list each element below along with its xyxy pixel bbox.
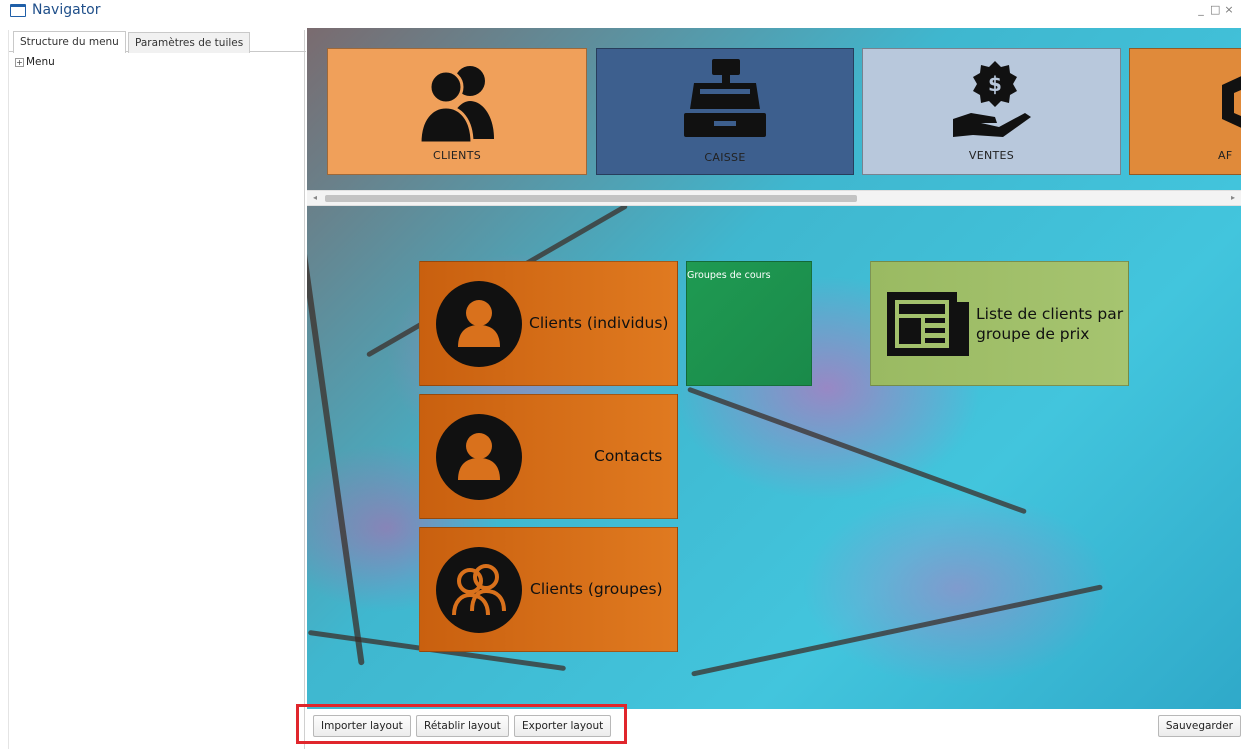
close-button[interactable]: × <box>1224 3 1238 16</box>
save-button[interactable]: Sauvegarder <box>1157 715 1241 737</box>
title-bar: Navigator _ □× <box>0 0 1248 22</box>
tile-clients-groupes[interactable]: Clients (groupes) <box>419 527 678 652</box>
user-icon <box>436 414 522 500</box>
horizontal-scrollbar[interactable]: ◂ ▸ <box>307 190 1241 206</box>
users-icon <box>418 66 494 145</box>
tile-liste-clients-label-line1: Liste de clients par <box>976 305 1124 323</box>
tree-item-menu[interactable]: Menu <box>26 56 55 68</box>
left-panel-tabs: Structure du menu Paramètres de tuiles <box>9 30 306 53</box>
user-icon <box>436 281 522 367</box>
top-tile-strip: CLIENTS CAISSE $ VENTES AF <box>307 28 1241 190</box>
tile-af[interactable]: AF <box>1129 48 1241 175</box>
scrollbar-thumb[interactable] <box>325 195 857 202</box>
left-panel: Structure du menu Paramètres de tuiles +… <box>8 30 306 749</box>
tile-af-label: AF <box>1218 149 1233 162</box>
svg-text:$: $ <box>988 72 1002 96</box>
tile-liste-clients-label-line2: groupe de prix <box>976 325 1090 343</box>
cash-register-icon <box>684 59 766 137</box>
tile-caisse-label: CAISSE <box>704 151 746 164</box>
tile-clients[interactable]: CLIENTS <box>327 48 587 175</box>
bottom-toolbar: Importer layout Rétablir layout Exporter… <box>296 704 1241 749</box>
hand-money-icon: $ <box>952 61 1031 137</box>
tile-clients-groupes-label: Clients (groupes) <box>530 580 663 598</box>
tree-branch <box>691 584 1103 677</box>
window-controls: _ □× <box>1196 3 1238 16</box>
tile-contacts[interactable]: Contacts <box>419 394 678 519</box>
tile-liste-clients-label: Liste de clients par groupe de prix <box>976 304 1123 344</box>
tab-structure-du-menu[interactable]: Structure du menu <box>13 31 126 53</box>
scroll-left-icon[interactable]: ◂ <box>313 193 317 202</box>
tile-groupes-de-cours-label: Groupes de cours <box>687 270 771 281</box>
tile-ventes[interactable]: $ VENTES <box>862 48 1121 175</box>
tile-clients-individus[interactable]: Clients (individus) <box>419 261 678 386</box>
tile-groupes-de-cours[interactable]: Groupes de cours <box>686 261 812 386</box>
menu-tree: + Menu <box>15 56 55 68</box>
window-title: Navigator <box>32 2 101 18</box>
newspaper-icon <box>887 292 969 356</box>
users-icon <box>436 547 522 633</box>
tile-clients-label: CLIENTS <box>432 149 482 162</box>
box-icon <box>1222 76 1241 128</box>
tile-contacts-label: Contacts <box>594 447 663 465</box>
scroll-right-icon[interactable]: ▸ <box>1231 193 1235 202</box>
minimize-button[interactable]: _ <box>1196 3 1210 16</box>
tile-canvas: CLIENTS CAISSE $ VENTES AF ◂ ▸ Clients (… <box>307 28 1241 709</box>
tab-parametres-de-tuiles[interactable]: Paramètres de tuiles <box>128 32 251 53</box>
import-layout-button[interactable]: Importer layout <box>313 715 411 737</box>
export-layout-button[interactable]: Exporter layout <box>514 715 612 737</box>
tile-liste-clients-par-groupe-de-prix[interactable]: Liste de clients par groupe de prix <box>870 261 1129 386</box>
tile-ventes-label: VENTES <box>968 149 1015 162</box>
tree-expand-icon[interactable]: + <box>15 57 24 67</box>
window-icon <box>10 4 26 17</box>
tree-branch <box>687 386 1027 515</box>
tile-caisse[interactable]: CAISSE <box>596 48 854 175</box>
maximize-button[interactable]: □ <box>1210 3 1224 16</box>
tile-clients-individus-label: Clients (individus) <box>529 314 669 332</box>
reset-layout-button[interactable]: Rétablir layout <box>416 715 509 737</box>
